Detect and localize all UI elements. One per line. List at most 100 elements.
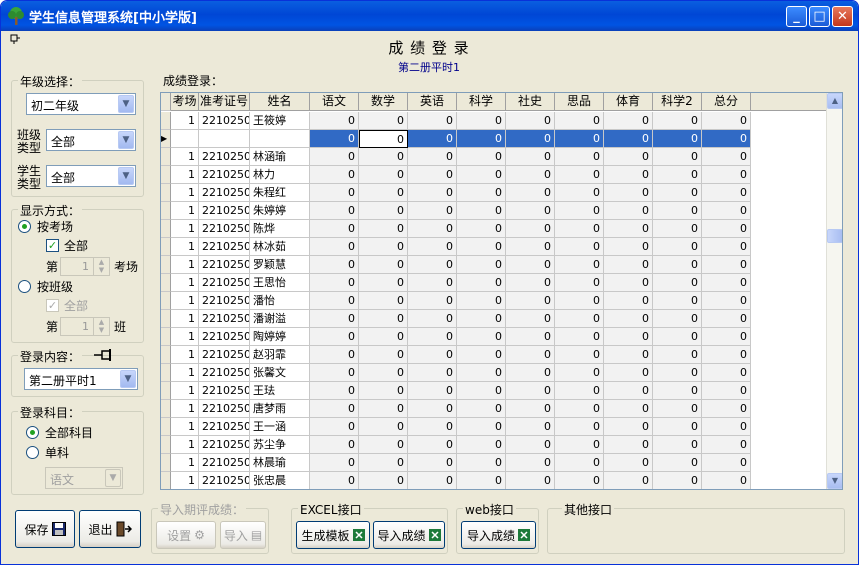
table-row[interactable]: 1221025011潘怡000000000 xyxy=(161,292,827,310)
table-cell[interactable]: 0 xyxy=(555,238,604,256)
table-cell[interactable]: 0 xyxy=(604,310,653,328)
all-class-checkbox[interactable]: ✓ xyxy=(46,299,59,312)
column-header[interactable]: 总分 xyxy=(702,93,751,111)
table-cell[interactable]: 0 xyxy=(653,202,702,220)
table-cell[interactable]: 0 xyxy=(359,436,408,454)
table-cell[interactable]: 0 xyxy=(310,364,359,382)
table-cell[interactable]: 0 xyxy=(408,148,457,166)
web-import-button[interactable]: 导入成绩 xyxy=(461,521,536,549)
table-cell[interactable]: 0 xyxy=(310,148,359,166)
table-cell[interactable]: 0 xyxy=(555,220,604,238)
table-cell[interactable]: 0 xyxy=(506,418,555,436)
table-cell[interactable]: 0 xyxy=(310,472,359,489)
table-cell[interactable]: 0 xyxy=(457,148,506,166)
column-header[interactable]: 社史 xyxy=(506,93,555,111)
table-cell[interactable]: 0 xyxy=(702,436,751,454)
table-cell[interactable]: 0 xyxy=(555,346,604,364)
table-cell[interactable]: 0 xyxy=(457,184,506,202)
table-cell[interactable]: 0 xyxy=(506,148,555,166)
scroll-up-icon[interactable]: ▲ xyxy=(827,93,842,109)
table-row[interactable]: 1221025019苏尘争000000000 xyxy=(161,436,827,454)
table-cell[interactable]: 0 xyxy=(555,418,604,436)
table-cell[interactable]: 0 xyxy=(457,310,506,328)
table-cell[interactable]: 0 xyxy=(359,346,408,364)
table-cell[interactable]: 0 xyxy=(653,418,702,436)
table-cell[interactable]: 0 xyxy=(408,382,457,400)
table-cell[interactable]: 0 xyxy=(702,256,751,274)
table-cell[interactable]: 0 xyxy=(604,454,653,472)
table-cell[interactable]: 0 xyxy=(408,364,457,382)
table-row[interactable]: 1221025020林晨瑜000000000 xyxy=(161,454,827,472)
table-cell[interactable]: 0 xyxy=(408,292,457,310)
table-cell[interactable]: 0 xyxy=(408,310,457,328)
by-class-radio[interactable] xyxy=(18,280,31,293)
by-room-radio[interactable] xyxy=(18,220,31,233)
single-subject-select[interactable]: 语文 ▼ xyxy=(45,467,123,489)
table-cell[interactable]: 0 xyxy=(310,274,359,292)
table-cell[interactable]: 0 xyxy=(310,166,359,184)
exit-button[interactable]: 退出 xyxy=(79,510,141,548)
table-cell[interactable]: 0 xyxy=(702,184,751,202)
table-row[interactable]: 1221025010王思怡000000000 xyxy=(161,274,827,292)
table-cell[interactable]: 0 xyxy=(359,364,408,382)
table-cell[interactable]: 0 xyxy=(653,256,702,274)
class-type-select[interactable]: 全部 ▼ xyxy=(46,129,136,151)
table-cell[interactable]: 0 xyxy=(359,418,408,436)
table-cell[interactable]: 0 xyxy=(653,310,702,328)
table-cell[interactable]: 0 xyxy=(506,454,555,472)
table-cell[interactable]: 0 xyxy=(408,238,457,256)
table-cell[interactable]: 0 xyxy=(506,472,555,489)
table-cell[interactable]: 0 xyxy=(506,184,555,202)
table-cell[interactable]: 0 xyxy=(457,256,506,274)
table-cell[interactable]: 0 xyxy=(653,400,702,418)
table-cell[interactable]: 0 xyxy=(702,454,751,472)
table-row[interactable]: ▶1221025002毛雨晨000000000 xyxy=(161,130,827,148)
column-header[interactable]: 科学2 xyxy=(653,93,702,111)
table-cell[interactable]: 0 xyxy=(702,112,751,130)
close-button[interactable]: ✕ xyxy=(832,6,853,27)
column-header[interactable]: 考场 xyxy=(171,93,199,111)
table-cell[interactable]: 0 xyxy=(359,112,408,130)
table-cell[interactable]: 0 xyxy=(555,400,604,418)
table-row[interactable]: 1221025021张忠晨000000000 xyxy=(161,472,827,489)
table-cell[interactable]: 0 xyxy=(359,184,408,202)
table-cell[interactable]: 0 xyxy=(604,202,653,220)
table-cell[interactable]: 0 xyxy=(506,130,555,148)
table-cell[interactable]: 0 xyxy=(604,112,653,130)
table-cell[interactable]: 0 xyxy=(604,436,653,454)
table-cell[interactable]: 0 xyxy=(506,364,555,382)
table-cell[interactable]: 0 xyxy=(702,472,751,489)
table-cell[interactable]: 0 xyxy=(604,364,653,382)
table-cell[interactable]: 0 xyxy=(310,238,359,256)
table-cell[interactable]: 0 xyxy=(506,328,555,346)
table-cell[interactable]: 0 xyxy=(653,436,702,454)
score-grid[interactable]: 考场准考证号姓名语文数学英语科学社史思品体育科学2总分 1221025001王筱… xyxy=(160,92,843,490)
table-row[interactable]: 1221025008林冰茹000000000 xyxy=(161,238,827,256)
table-cell[interactable]: 0 xyxy=(604,400,653,418)
all-room-checkbox[interactable]: ✓ xyxy=(46,239,59,252)
table-cell[interactable]: 0 xyxy=(310,454,359,472)
single-subject-radio[interactable] xyxy=(26,446,39,459)
table-cell[interactable]: 0 xyxy=(457,238,506,256)
table-cell[interactable]: 0 xyxy=(310,328,359,346)
table-cell[interactable]: 0 xyxy=(408,184,457,202)
table-cell[interactable]: 0 xyxy=(555,472,604,489)
table-cell[interactable]: 0 xyxy=(653,364,702,382)
table-cell[interactable]: 0 xyxy=(359,148,408,166)
table-cell[interactable]: 0 xyxy=(457,112,506,130)
table-cell[interactable]: 0 xyxy=(457,202,506,220)
column-header[interactable]: 准考证号 xyxy=(199,93,250,111)
table-cell[interactable]: 0 xyxy=(359,310,408,328)
table-cell[interactable]: 0 xyxy=(604,274,653,292)
table-cell[interactable]: 0 xyxy=(408,166,457,184)
save-button[interactable]: 保存 xyxy=(15,510,75,548)
table-cell[interactable]: 0 xyxy=(555,202,604,220)
table-row[interactable]: 1221025009罗颖慧000000000 xyxy=(161,256,827,274)
table-cell[interactable]: 0 xyxy=(604,382,653,400)
table-cell[interactable]: 0 xyxy=(653,238,702,256)
table-cell[interactable]: 0 xyxy=(653,166,702,184)
table-cell[interactable]: 0 xyxy=(408,400,457,418)
table-cell[interactable]: 0 xyxy=(359,256,408,274)
table-cell[interactable]: 0 xyxy=(604,418,653,436)
table-cell[interactable]: 0 xyxy=(310,184,359,202)
